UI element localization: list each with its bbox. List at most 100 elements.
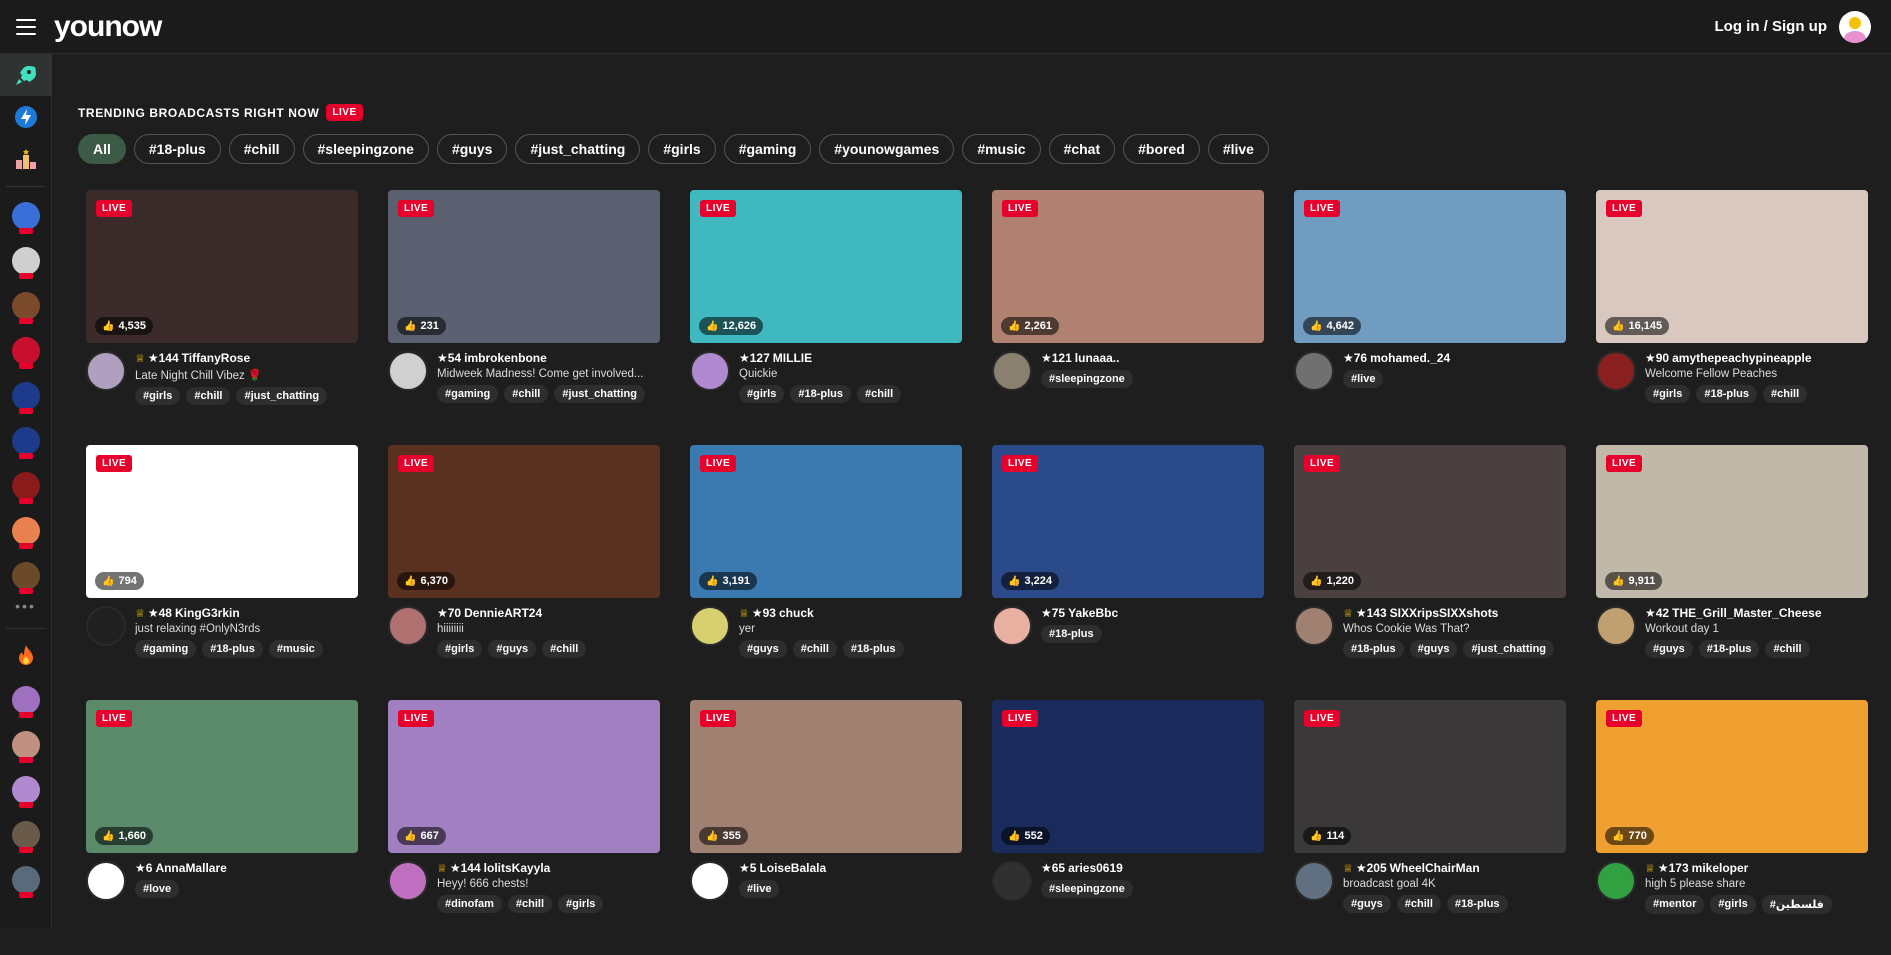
broadcast-thumbnail[interactable]: LIVE 👍 2,261 — [992, 190, 1264, 343]
tag-chip[interactable]: #live — [1343, 370, 1384, 388]
broadcaster-avatar[interactable] — [86, 351, 126, 391]
tag-chip[interactable]: #girls — [135, 387, 181, 405]
broadcast-card[interactable]: LIVE 👍 355 ★5 LoiseBalala #live — [690, 700, 962, 955]
filter-chip[interactable]: #younowgames — [819, 134, 955, 164]
broadcaster-avatar[interactable] — [1596, 351, 1636, 391]
tag-chip[interactable]: #chill — [186, 387, 231, 405]
tag-chip[interactable]: #chill — [542, 640, 587, 658]
tag-chip[interactable]: #18-plus — [1696, 385, 1757, 403]
tag-chip[interactable]: #gaming — [135, 640, 197, 658]
filter-chip[interactable]: All — [78, 134, 126, 164]
tag-chip[interactable]: #love — [135, 880, 180, 898]
broadcast-thumbnail[interactable]: LIVE 👍 231 — [388, 190, 660, 343]
filter-chip[interactable]: #live — [1207, 134, 1269, 164]
sidebar-recent-avatar[interactable] — [0, 767, 52, 812]
broadcast-thumbnail[interactable]: LIVE 👍 794 — [86, 445, 358, 598]
tag-chip[interactable]: #guys — [1645, 640, 1693, 658]
tag-chip[interactable]: #girls — [558, 895, 604, 913]
broadcast-thumbnail[interactable]: LIVE 👍 4,642 — [1294, 190, 1566, 343]
tag-chip[interactable]: #chill — [857, 385, 902, 403]
broadcast-card[interactable]: LIVE 👍 16,145 ★90 amythepeachypineapple Welco… — [1596, 190, 1868, 445]
broadcast-card[interactable]: LIVE 👍 1,660 ★6 AnnaMallare #love — [86, 700, 358, 955]
broadcast-card[interactable]: LIVE 👍 552 ★65 aries0619 #sleepingzone — [992, 700, 1264, 955]
sidebar-recent-avatar[interactable] — [0, 722, 52, 767]
broadcaster-name[interactable]: imbrokenbone — [464, 351, 547, 365]
filter-chip[interactable]: #girls — [648, 134, 716, 164]
broadcast-thumbnail[interactable]: LIVE 👍 3,224 — [992, 445, 1264, 598]
broadcaster-avatar[interactable] — [1596, 606, 1636, 646]
broadcaster-avatar[interactable] — [86, 861, 126, 901]
broadcast-card[interactable]: LIVE 👍 794 ♕ ★48 KingG3rkin just relaxing #Onl… — [86, 445, 358, 700]
broadcast-card[interactable]: LIVE 👍 6,370 ★70 DennieART24 hiiiiiiii #girls #… — [388, 445, 660, 700]
broadcaster-name[interactable]: WheelChairMan — [1390, 861, 1480, 875]
broadcaster-avatar[interactable] — [690, 861, 730, 901]
tag-chip[interactable]: #guys — [739, 640, 787, 658]
broadcaster-name[interactable]: chuck — [779, 606, 814, 620]
broadcast-thumbnail[interactable]: LIVE 👍 1,220 — [1294, 445, 1566, 598]
broadcast-thumbnail[interactable]: LIVE 👍 3,191 — [690, 445, 962, 598]
broadcaster-avatar[interactable] — [388, 606, 428, 646]
tag-chip[interactable]: #live — [739, 880, 780, 898]
tag-chip[interactable]: #dinofam — [437, 895, 502, 913]
filter-chip[interactable]: #just_chatting — [515, 134, 641, 164]
broadcaster-avatar[interactable] — [1294, 606, 1334, 646]
tag-chip[interactable]: #sleepingzone — [1041, 880, 1133, 898]
tag-chip[interactable]: #guys — [1343, 895, 1391, 913]
broadcaster-name[interactable]: mikeloper — [1692, 861, 1749, 875]
tag-chip[interactable]: #فلسطين — [1761, 895, 1832, 914]
sidebar-live-avatar[interactable] — [0, 463, 52, 508]
broadcaster-avatar[interactable] — [992, 861, 1032, 901]
filter-chip[interactable]: #chill — [228, 134, 295, 164]
tag-chip[interactable]: #18-plus — [790, 385, 851, 403]
broadcaster-name[interactable]: amythepeachypineapple — [1672, 351, 1811, 365]
tag-chip[interactable]: #just_chatting — [554, 385, 645, 403]
broadcaster-name[interactable]: aries0619 — [1068, 861, 1123, 875]
broadcast-card[interactable]: LIVE 👍 12,626 ★127 MILLIE Quickie #girls #18-pl… — [690, 190, 962, 445]
broadcast-thumbnail[interactable]: LIVE 👍 9,911 — [1596, 445, 1868, 598]
broadcaster-avatar[interactable] — [388, 351, 428, 391]
sidebar-recent-avatar[interactable] — [0, 677, 52, 722]
filter-chip[interactable]: #gaming — [723, 134, 812, 164]
broadcast-card[interactable]: LIVE 👍 4,642 ★76 mohamed._24 #live — [1294, 190, 1566, 445]
broadcast-thumbnail[interactable]: LIVE 👍 770 — [1596, 700, 1868, 853]
filter-chip[interactable]: #music — [962, 134, 1041, 164]
broadcaster-name[interactable]: lunaaa.. — [1075, 351, 1120, 365]
broadcaster-avatar[interactable] — [690, 606, 730, 646]
broadcast-card[interactable]: LIVE 👍 2,261 ★121 lunaaa.. #sleepingzone — [992, 190, 1264, 445]
broadcaster-avatar[interactable] — [992, 606, 1032, 646]
broadcast-thumbnail[interactable]: LIVE 👍 667 — [388, 700, 660, 853]
broadcaster-name[interactable]: KingG3rkin — [175, 606, 240, 620]
broadcast-card[interactable]: LIVE 👍 4,535 ♕ ★144 TiffanyRose Late Night Chi… — [86, 190, 358, 445]
tag-chip[interactable]: #gaming — [437, 385, 499, 403]
filter-chip[interactable]: #sleepingzone — [302, 134, 429, 164]
broadcast-card[interactable]: LIVE 👍 3,224 ★75 YakeBbc #18-plus — [992, 445, 1264, 700]
menu-icon[interactable] — [16, 18, 36, 35]
sidebar-live-avatar[interactable] — [0, 553, 52, 598]
filter-chip[interactable]: #chat — [1048, 134, 1116, 164]
broadcast-card[interactable]: LIVE 👍 667 ♕ ★144 lolitsKayyla Heyy! 666 chest… — [388, 700, 660, 955]
filter-chip[interactable]: #guys — [436, 134, 508, 164]
broadcaster-avatar[interactable] — [1596, 861, 1636, 901]
tag-chip[interactable]: #chill — [1763, 385, 1808, 403]
tag-chip[interactable]: #guys — [488, 640, 537, 658]
broadcaster-name[interactable]: lolitsKayyla — [484, 861, 551, 875]
tag-chip[interactable]: #18-plus — [1446, 895, 1508, 913]
broadcaster-name[interactable]: YakeBbc — [1068, 606, 1118, 620]
sidebar-bolt-button[interactable] — [0, 96, 52, 138]
broadcaster-avatar[interactable] — [992, 351, 1032, 391]
broadcast-card[interactable]: LIVE 👍 770 ♕ ★173 mikeloper high 5 please shar… — [1596, 700, 1868, 955]
broadcaster-avatar[interactable] — [1294, 351, 1334, 391]
broadcast-thumbnail[interactable]: LIVE 👍 1,660 — [86, 700, 358, 853]
broadcast-thumbnail[interactable]: LIVE 👍 552 — [992, 700, 1264, 853]
tag-chip[interactable]: #18-plus — [1343, 640, 1404, 658]
tag-chip[interactable]: #chill — [1396, 895, 1441, 913]
broadcaster-avatar[interactable] — [388, 861, 428, 901]
tag-chip[interactable]: #18-plus — [842, 640, 904, 658]
user-avatar[interactable] — [1839, 10, 1871, 43]
broadcaster-name[interactable]: LoiseBalala — [759, 861, 826, 875]
tag-chip[interactable]: #18-plus — [202, 640, 263, 658]
sidebar-live-avatar[interactable] — [0, 193, 52, 238]
broadcaster-name[interactable]: MILLIE — [773, 351, 812, 365]
filter-chip[interactable]: #18-plus — [133, 134, 221, 164]
broadcaster-name[interactable]: SIXXripsSIXXshots — [1390, 606, 1499, 620]
